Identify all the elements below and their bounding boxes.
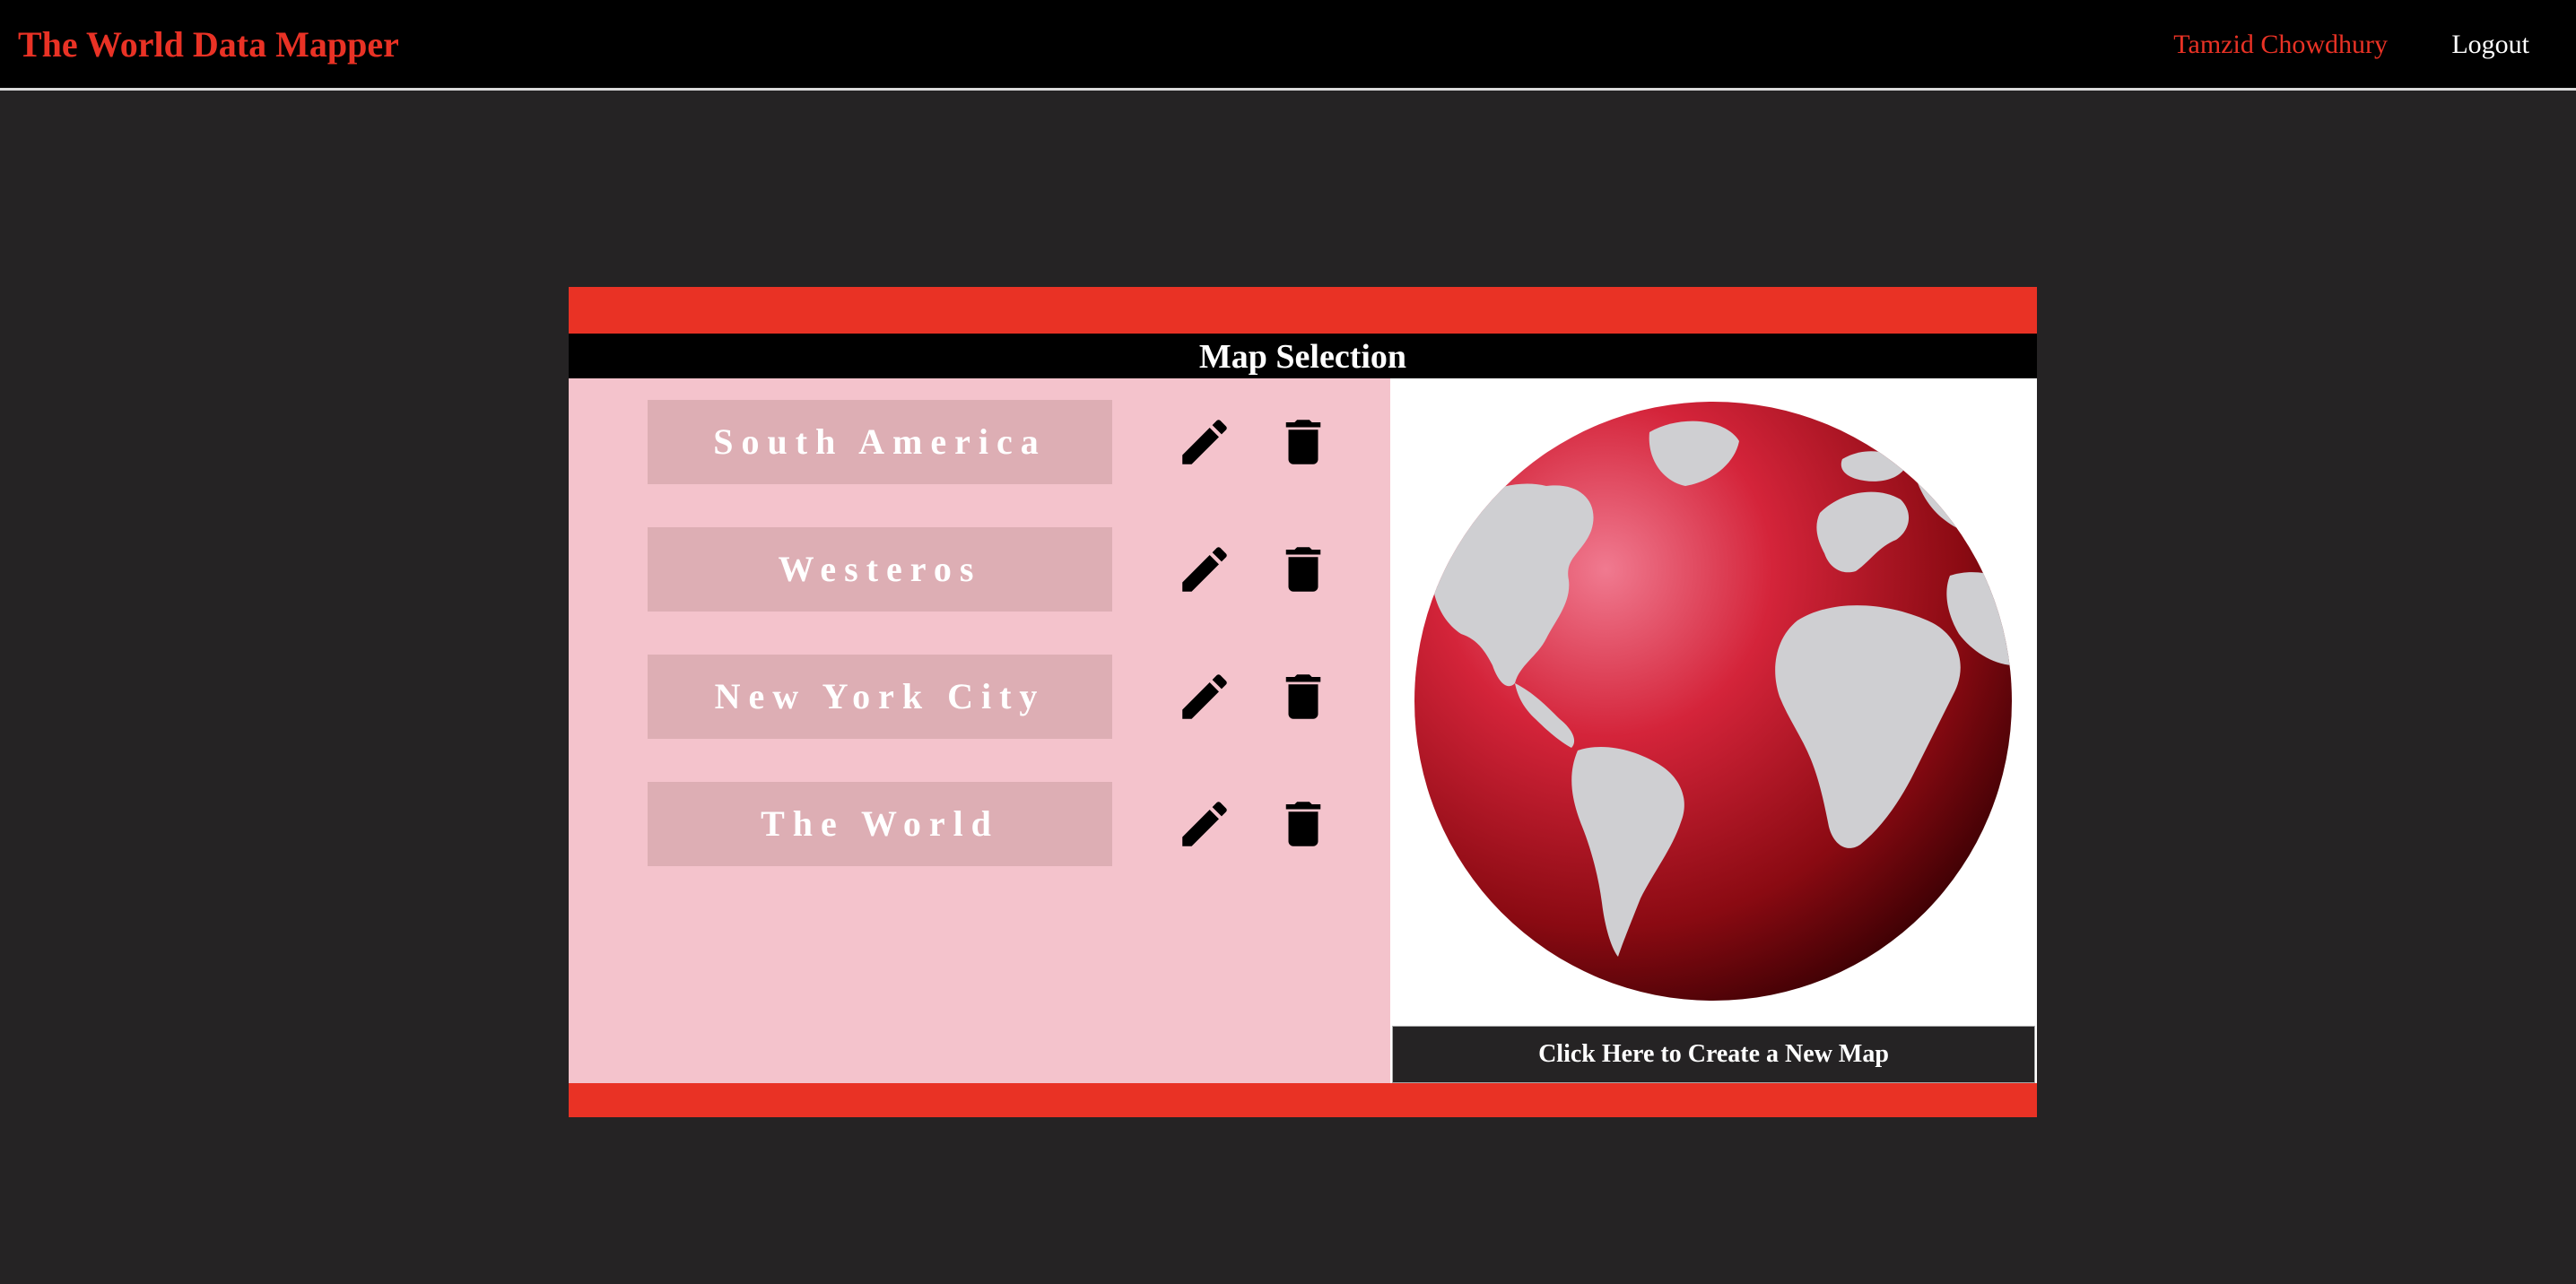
- map-name-button[interactable]: The World: [648, 782, 1112, 866]
- pencil-icon[interactable]: [1175, 794, 1234, 854]
- pencil-icon[interactable]: [1175, 540, 1234, 599]
- map-row: New York City: [648, 655, 1356, 739]
- trash-icon[interactable]: [1274, 540, 1333, 599]
- map-row: South America: [648, 400, 1356, 484]
- map-selection-panel: Map Selection South America Westeros New…: [569, 287, 2037, 1117]
- app-title[interactable]: The World Data Mapper: [18, 20, 399, 70]
- map-name-button[interactable]: Westeros: [648, 527, 1112, 612]
- globe-image: [1412, 396, 2015, 1006]
- map-name-button[interactable]: New York City: [648, 655, 1112, 739]
- pencil-icon[interactable]: [1175, 667, 1234, 726]
- navbar: The World Data Mapper Tamzid Chowdhury L…: [0, 0, 2576, 91]
- map-row: The World: [648, 782, 1356, 866]
- trash-icon[interactable]: [1274, 412, 1333, 472]
- trash-icon[interactable]: [1274, 667, 1333, 726]
- create-new-map-button[interactable]: Click Here to Create a New Map: [1392, 1026, 2035, 1083]
- panel-title: Map Selection: [569, 334, 2037, 378]
- panel-bottom-band: [569, 1083, 2037, 1117]
- map-row: Westeros: [648, 527, 1356, 612]
- map-name-button[interactable]: South America: [648, 400, 1112, 484]
- user-name-link[interactable]: Tamzid Chowdhury: [2173, 23, 2388, 66]
- trash-icon[interactable]: [1274, 794, 1333, 854]
- map-list: South America Westeros New York City The…: [569, 378, 1390, 1083]
- pencil-icon[interactable]: [1175, 412, 1234, 472]
- map-preview: Click Here to Create a New Map: [1390, 378, 2037, 1083]
- logout-link[interactable]: Logout: [2451, 23, 2529, 66]
- panel-top-band: [569, 287, 2037, 334]
